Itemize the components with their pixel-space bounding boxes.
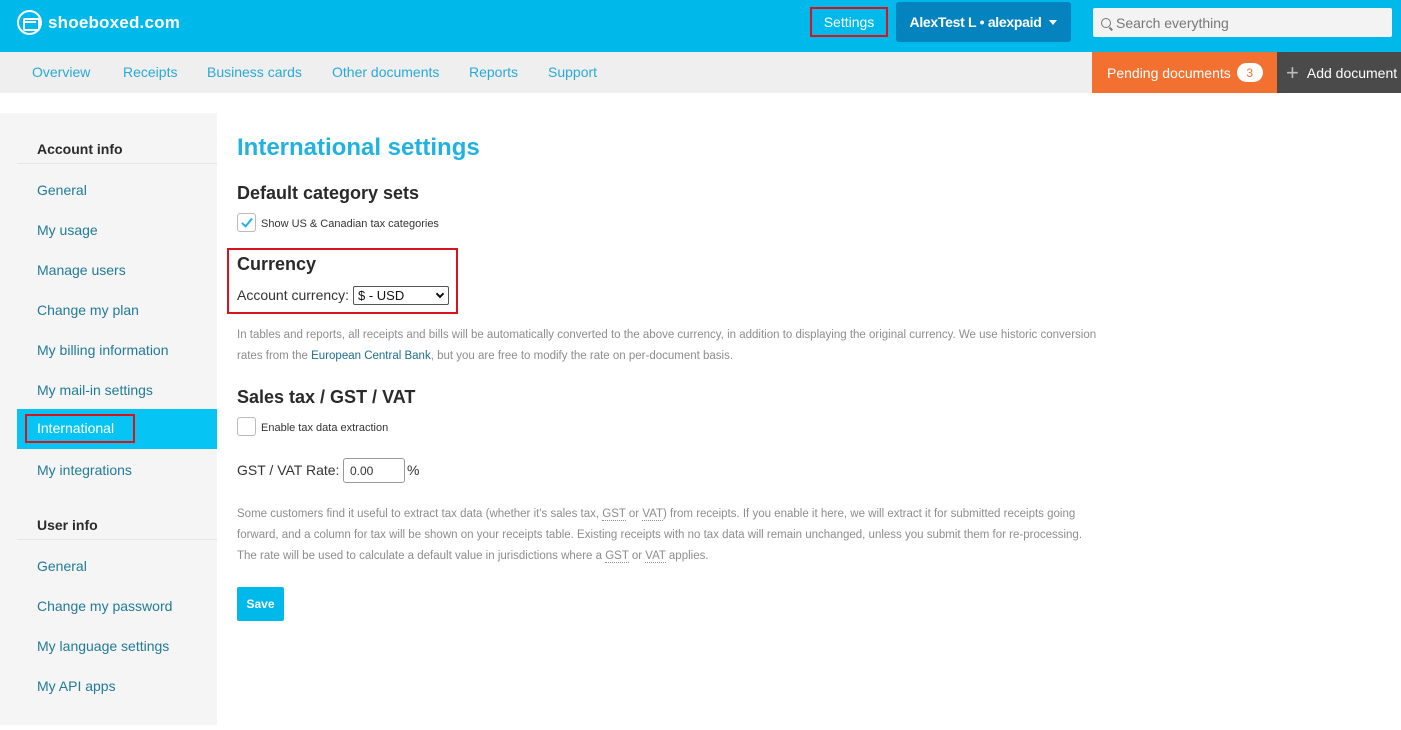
add-document-button[interactable]: + Add document (1277, 52, 1401, 93)
account-currency-label: Account currency: (237, 287, 350, 303)
category-sets-heading: Default category sets (237, 183, 420, 203)
page-title: International settings (237, 134, 480, 161)
main-nav: Overview Receipts Business cards Other d… (0, 52, 1401, 93)
sidebar-item-language[interactable]: My language settings (37, 638, 169, 654)
nav-reports[interactable]: Reports (469, 64, 518, 80)
pending-documents-label: Pending documents (1107, 64, 1231, 81)
save-button[interactable]: Save (237, 587, 284, 621)
divider (17, 539, 217, 540)
sidebar-item-international-label: International (25, 414, 135, 443)
pending-count-badge: 3 (1236, 63, 1263, 82)
user-menu-button[interactable]: AlexTest L • alexpaid (896, 2, 1071, 42)
nav-receipts[interactable]: Receipts (123, 64, 177, 80)
tax-help-text: Some customers find it useful to extract… (237, 504, 1097, 567)
pending-documents-button[interactable]: Pending documents 3 (1092, 52, 1277, 93)
search-icon (1101, 17, 1111, 28)
add-document-label: Add document (1306, 64, 1398, 81)
sidebar-item-change-password[interactable]: Change my password (37, 598, 172, 614)
gst-abbr: GST (605, 550, 629, 563)
vat-abbr: VAT (642, 508, 663, 521)
sidebar-item-user-general[interactable]: General (37, 558, 87, 574)
search-input[interactable] (1116, 14, 1376, 31)
sales-tax-heading: Sales tax / GST / VAT (237, 387, 416, 407)
user-menu-label: AlexTest L • alexpaid (909, 14, 1042, 30)
sidebar-item-change-plan[interactable]: Change my plan (37, 302, 139, 318)
percent-unit: % (407, 462, 420, 478)
sidebar-item-my-usage[interactable]: My usage (37, 222, 98, 238)
gst-vat-rate-input[interactable] (343, 458, 405, 483)
sidebar-item-api-apps[interactable]: My API apps (37, 678, 116, 694)
currency-select[interactable]: $ - USD (353, 286, 449, 305)
plus-icon: + (1286, 59, 1299, 85)
currency-help-text: In tables and reports, all receipts and … (237, 325, 1097, 367)
account-info-header: Account info (37, 141, 123, 157)
caret-down-icon (1049, 19, 1058, 25)
vat-abbr: VAT (645, 550, 666, 563)
tax-help-part: or (625, 508, 643, 520)
gst-vat-rate-label: GST / VAT Rate: (237, 462, 340, 478)
us-canadian-tax-checkbox[interactable] (237, 213, 256, 232)
chevron-down-icon (435, 289, 445, 299)
sidebar-item-manage-users[interactable]: Manage users (37, 262, 126, 278)
currency-help-part: , but you are free to modify the rate on… (430, 350, 734, 362)
tax-extraction-checkbox[interactable] (237, 417, 256, 436)
currency-heading: Currency (237, 254, 317, 274)
european-central-bank-link[interactable]: European Central Bank (311, 350, 431, 362)
tax-help-part: or (628, 550, 646, 562)
gst-abbr: GST (602, 508, 626, 521)
nav-overview[interactable]: Overview (32, 64, 90, 80)
tax-extraction-label: Enable tax data extraction (261, 422, 389, 434)
sidebar-item-international[interactable]: International (17, 409, 217, 449)
nav-business-cards[interactable]: Business cards (207, 64, 302, 80)
sidebar-item-mail-in[interactable]: My mail-in settings (37, 382, 153, 398)
top-bar: shoeboxed.com Settings AlexTest L • alex… (0, 0, 1401, 52)
shoebox-logo-icon (17, 10, 42, 35)
nav-support[interactable]: Support (548, 64, 597, 80)
tax-help-part: Some customers find it useful to extract… (237, 508, 603, 520)
divider (17, 163, 217, 164)
sidebar-item-general[interactable]: General (37, 182, 87, 198)
logo-text: shoeboxed.com (48, 12, 181, 32)
settings-sidebar: Account info General My usage Manage use… (0, 113, 217, 725)
currency-select-value: $ - USD (358, 288, 405, 303)
nav-other-documents[interactable]: Other documents (332, 64, 439, 80)
sidebar-item-integrations[interactable]: My integrations (37, 462, 132, 478)
sidebar-item-billing[interactable]: My billing information (37, 342, 169, 358)
search-box[interactable] (1093, 8, 1392, 37)
user-info-header: User info (37, 517, 98, 533)
us-canadian-tax-label: Show US & Canadian tax categories (261, 218, 439, 230)
settings-link[interactable]: Settings (810, 7, 888, 37)
logo[interactable]: shoeboxed.com (17, 10, 180, 35)
tax-help-part: applies. (665, 550, 709, 562)
